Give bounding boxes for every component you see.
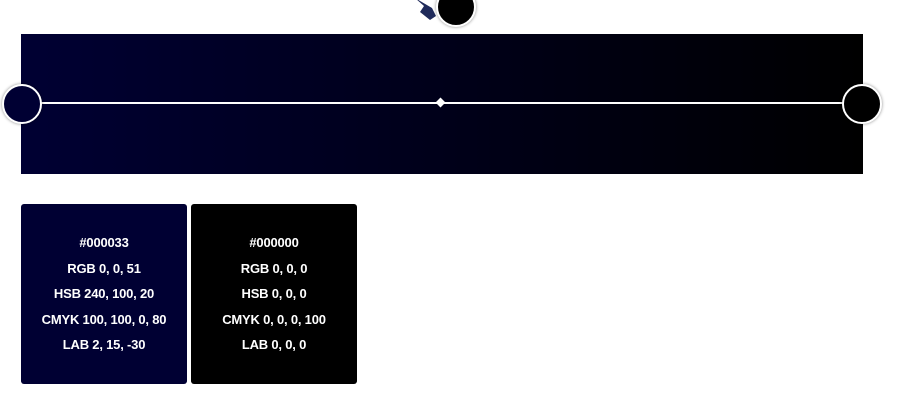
gradient-stop-start[interactable] (2, 84, 42, 124)
gradient-stop-end[interactable] (842, 84, 882, 124)
swatch-lab: LAB 0, 0, 0 (241, 337, 307, 353)
swatch-cmyk: CMYK 100, 100, 0, 80 (41, 311, 167, 327)
swatch-cmyk: CMYK 0, 0, 0, 100 (222, 311, 326, 327)
color-swatch-end[interactable]: #000000 RGB 0, 0, 0 HSB 0, 0, 0 CMYK 0, … (191, 204, 357, 384)
gradient-editor: #000033 RGB 0, 0, 51 HSB 240, 100, 20 CM… (0, 0, 919, 400)
swatch-hex: #000033 (79, 235, 129, 251)
swatch-rgb: RGB 0, 0, 51 (67, 260, 141, 276)
swatch-rgb: RGB 0, 0, 0 (240, 260, 308, 276)
swatch-hex: #000000 (249, 235, 299, 251)
swatch-hsb: HSB 240, 100, 20 (53, 286, 155, 302)
swatch-lab: LAB 2, 15, -30 (62, 337, 146, 353)
swatch-hsb: HSB 0, 0, 0 (241, 286, 307, 302)
color-swatch-start[interactable]: #000033 RGB 0, 0, 51 HSB 240, 100, 20 CM… (21, 204, 187, 384)
